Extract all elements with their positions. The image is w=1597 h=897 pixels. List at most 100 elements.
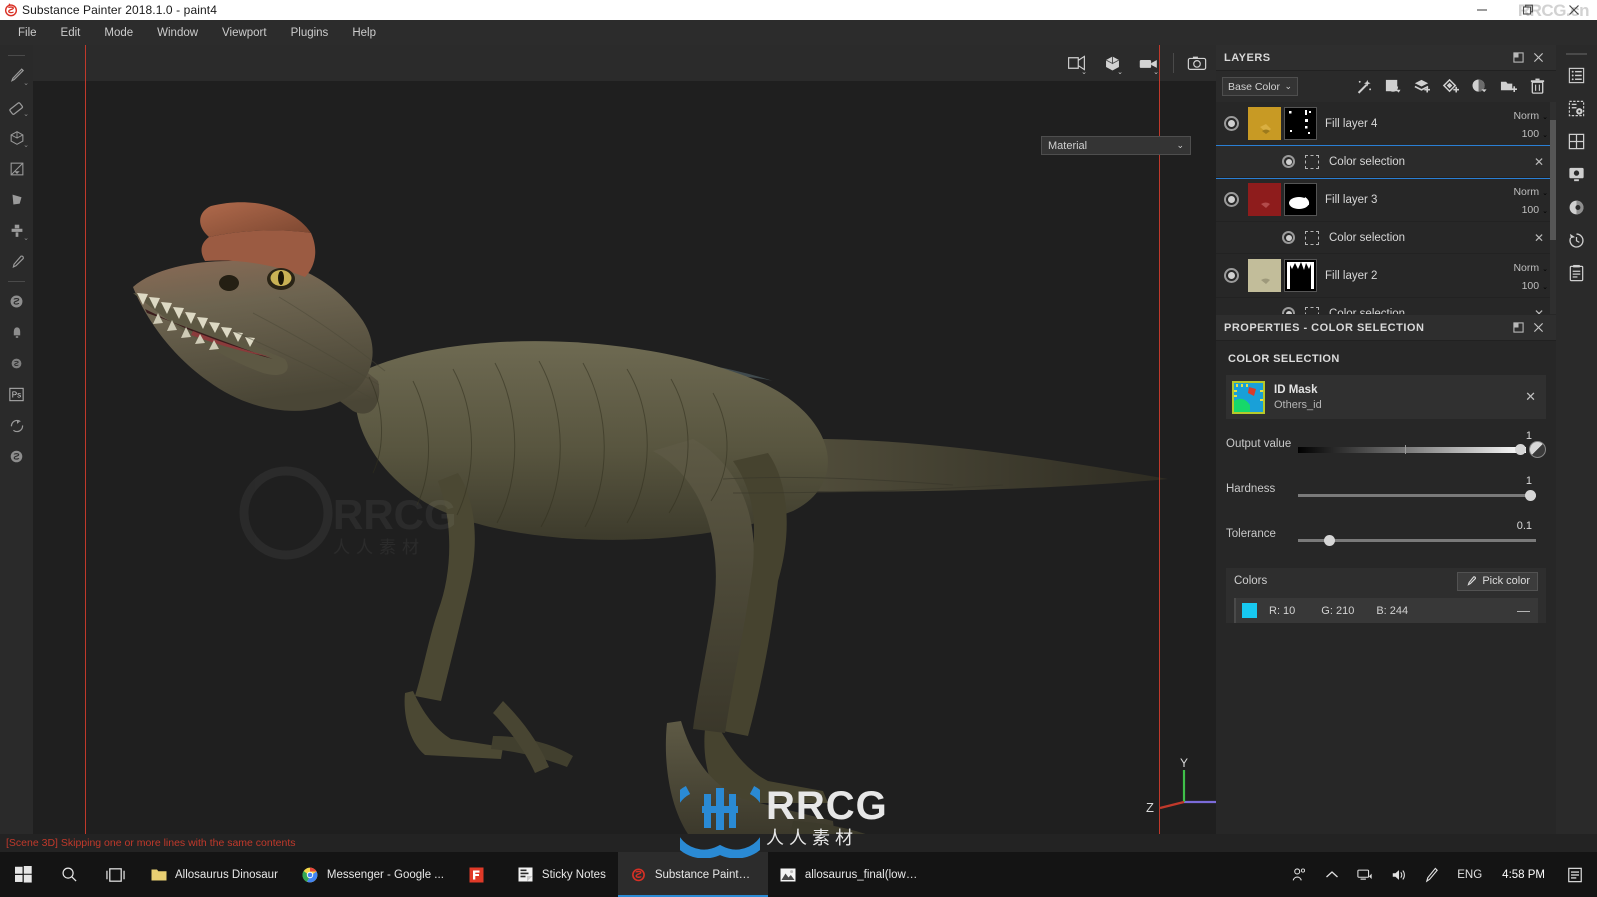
taskbar-item-allosaurus-folder[interactable]: Allosaurus Dinosaur: [138, 852, 290, 897]
chevron-down-icon[interactable]: ⌄: [1284, 81, 1292, 92]
slider-knob[interactable]: [1324, 535, 1336, 546]
close-icon[interactable]: ✕: [1525, 389, 1536, 405]
language-indicator[interactable]: ENG: [1449, 852, 1490, 897]
tolerance-slider[interactable]: [1298, 535, 1536, 546]
texture-set-settings-icon[interactable]: [1557, 191, 1596, 224]
layer-mask-thumb[interactable]: [1284, 107, 1317, 140]
action-center-icon[interactable]: [1557, 852, 1593, 897]
layer-visibility-toggle[interactable]: [1224, 192, 1239, 207]
add-generator-icon[interactable]: [1384, 78, 1401, 95]
log-icon[interactable]: [1557, 257, 1596, 290]
channel-select[interactable]: Base Color ⌄: [1222, 77, 1298, 96]
viewport-3d[interactable]: ⌄ ⌄ ⌄ RRCG 人人素材 Y Z Material ⌄: [33, 45, 1216, 834]
chevron-down-icon[interactable]: ⌄: [1542, 114, 1548, 121]
properties-panel-icon[interactable]: [1557, 92, 1596, 125]
add-folder-icon[interactable]: [1500, 78, 1517, 95]
taskbar-item-allosaurus-image[interactable]: allosaurus_final(low).j...: [768, 852, 933, 897]
close-icon[interactable]: ✕: [1534, 155, 1544, 169]
id-mask-item[interactable]: ID Mask Others_id ✕: [1226, 375, 1546, 419]
show-hidden-icons-chevron[interactable]: [1317, 852, 1347, 897]
minus-icon[interactable]: —: [1517, 604, 1530, 617]
close-icon[interactable]: ✕: [1534, 231, 1544, 245]
chevron-down-icon[interactable]: ⌄: [1176, 140, 1184, 151]
shelf-panel-icon[interactable]: [1557, 125, 1596, 158]
add-fill-layer-icon[interactable]: [1413, 78, 1430, 95]
menu-item-help[interactable]: Help: [340, 22, 388, 44]
layer-visibility-toggle[interactable]: [1224, 116, 1239, 131]
color-picker-icon[interactable]: [1, 246, 32, 277]
eraser-icon[interactable]: ⌄: [1, 91, 32, 122]
taskbar-item-substance-painter[interactable]: Substance Painter 201...: [617, 852, 768, 897]
chevron-down-icon[interactable]: ⌄: [1542, 190, 1548, 197]
table-row[interactable]: Fill layer 3 Norm ⌄ 100 ⌄: [1216, 178, 1556, 222]
restore-icon[interactable]: [1505, 0, 1551, 20]
mask-visibility-toggle[interactable]: [1282, 155, 1295, 168]
delete-layer-icon[interactable]: [1529, 78, 1546, 95]
add-mask-icon[interactable]: [1471, 78, 1488, 95]
chevron-down-icon[interactable]: ⌄: [1542, 266, 1548, 273]
slider-knob[interactable]: [1525, 490, 1536, 501]
mask-visibility-toggle[interactable]: [1282, 231, 1295, 244]
substance-source-icon[interactable]: [1, 348, 32, 379]
taskbar-item-red-app[interactable]: [456, 852, 505, 897]
chevron-down-icon[interactable]: ⌄: [1542, 132, 1548, 139]
pick-color-button[interactable]: Pick color: [1457, 571, 1538, 591]
menu-item-file[interactable]: File: [6, 22, 49, 44]
search-icon[interactable]: [46, 852, 92, 897]
screenshot-icon[interactable]: [1180, 48, 1214, 78]
color-selection-thumb[interactable]: [1305, 230, 1319, 245]
close-icon[interactable]: [1551, 0, 1597, 20]
layer-opacity[interactable]: 100: [1522, 204, 1540, 216]
chevron-down-icon[interactable]: ⌄: [1542, 208, 1548, 215]
task-view-icon[interactable]: [92, 852, 138, 897]
bake-refresh-icon[interactable]: [1, 410, 32, 441]
chevron-down-icon[interactable]: ⌄: [1117, 68, 1123, 76]
taskbar-item-sticky-notes[interactable]: Sticky Notes: [505, 852, 618, 897]
close-icon[interactable]: ✕: [1534, 307, 1544, 315]
viewport-canvas[interactable]: RRCG 人人素材 X Y Z: [33, 81, 1216, 834]
photoshop-icon[interactable]: Ps: [1, 379, 32, 410]
menu-item-edit[interactable]: Edit: [49, 22, 93, 44]
layer-opacity[interactable]: 100: [1522, 280, 1540, 292]
table-row[interactable]: Fill layer 4 Norm ⌄ 100 ⌄: [1216, 102, 1556, 146]
output-value-slider[interactable]: [1298, 444, 1526, 455]
chevron-down-icon[interactable]: ⌄: [23, 80, 29, 87]
color-selection-thumb[interactable]: [1305, 154, 1319, 169]
layer-blend-mode[interactable]: Norm: [1513, 110, 1539, 122]
layer-color-thumb[interactable]: [1248, 259, 1281, 292]
chevron-down-icon[interactable]: ⌄: [23, 111, 29, 118]
layer-color-thumb[interactable]: [1248, 183, 1281, 216]
chevron-down-icon[interactable]: ⌄: [1542, 284, 1548, 291]
menu-item-mode[interactable]: Mode: [92, 22, 145, 44]
clone-stamp-icon[interactable]: ⌄: [1, 215, 32, 246]
color-entry-row[interactable]: R: 10 G: 210 B: 244 —: [1234, 598, 1538, 623]
substance-share-icon[interactable]: [1, 441, 32, 472]
slider-knob[interactable]: [1515, 444, 1526, 455]
menu-item-viewport[interactable]: Viewport: [210, 22, 279, 44]
display-mode-icon[interactable]: ⌄: [1059, 48, 1093, 78]
list-item[interactable]: Color selection ✕: [1216, 298, 1556, 314]
close-icon[interactable]: [1528, 48, 1548, 68]
layer-blend-mode[interactable]: Norm: [1513, 262, 1539, 274]
close-icon[interactable]: [1528, 318, 1548, 338]
paint-brush-icon[interactable]: ⌄: [1, 60, 32, 91]
layer-mask-thumb[interactable]: [1284, 183, 1317, 216]
list-item[interactable]: Color selection ✕: [1216, 145, 1556, 179]
geometry-fill-icon[interactable]: [1, 153, 32, 184]
menu-item-window[interactable]: Window: [145, 22, 210, 44]
float-panel-icon[interactable]: [1508, 318, 1528, 338]
windows-start-icon[interactable]: [0, 852, 46, 897]
layer-opacity[interactable]: 100: [1522, 128, 1540, 140]
layers-panel-icon[interactable]: [1557, 59, 1596, 92]
particle-icon[interactable]: [1, 317, 32, 348]
color-swatch[interactable]: [1242, 603, 1257, 618]
taskbar-clock[interactable]: 4:58 PM: [1492, 869, 1555, 881]
layer-color-thumb[interactable]: [1248, 107, 1281, 140]
list-item[interactable]: Color selection ✕: [1216, 222, 1556, 254]
volume-icon[interactable]: [1383, 852, 1415, 897]
mask-visibility-toggle[interactable]: [1282, 307, 1295, 314]
chevron-down-icon[interactable]: ⌄: [23, 235, 29, 242]
layer-mask-thumb[interactable]: [1284, 259, 1317, 292]
layer-blend-mode[interactable]: Norm: [1513, 186, 1539, 198]
display-settings-icon[interactable]: [1557, 158, 1596, 191]
